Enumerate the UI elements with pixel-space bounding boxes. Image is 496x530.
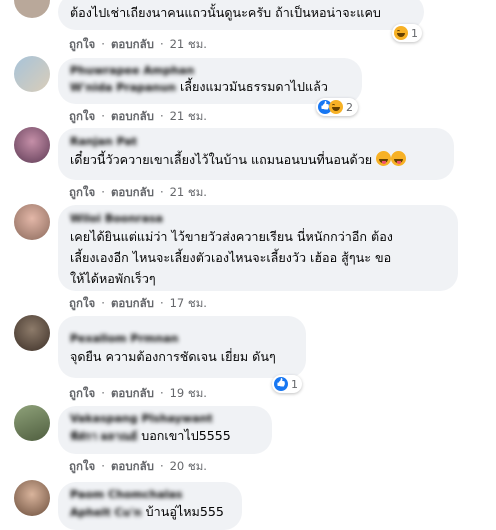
like-button[interactable]: ถูกใจ — [69, 296, 95, 310]
comment-text: ต้องไปเช่าเถียงนาคนแถวนั้นดูนะครับ ถ้าเป… — [70, 5, 381, 20]
comment-text: จุดยืน ความต้องการชัดเจน เยี่ยม ดันๆ — [70, 349, 276, 364]
timestamp[interactable]: 21 ชม. — [170, 185, 207, 199]
commenter-name[interactable]: Ranjan Pat — [70, 134, 442, 149]
avatar[interactable] — [14, 315, 50, 351]
reaction-summary[interactable]: 1 — [392, 24, 422, 42]
comment-text-line: เลี้ยงเองอีก ไหนจะเลี้ยงตัวเองไหนจะเลี้ย… — [70, 250, 392, 265]
comment-actions: ถูกใจ · ตอบกลับ · 21 ชม. — [69, 109, 207, 123]
reply-button[interactable]: ตอบกลับ — [111, 386, 154, 400]
comment-bubble: Vakaspang Plshaywant ฟัส่กา ผลาณย์ บอกเข… — [58, 406, 272, 454]
like-icon — [274, 377, 288, 391]
tagged-user[interactable]: Aphelt Cu'n — [70, 506, 142, 519]
comment-bubble: Pexallom Prmnan จุดยืน ความต้องการชัดเจน… — [58, 316, 306, 378]
commenter-name[interactable]: Wiloi Boonrasa — [70, 211, 446, 226]
timestamp[interactable]: 21 ชม. — [170, 37, 207, 51]
comment-text: บอกเขาไป5555 — [141, 428, 231, 443]
reaction-count: 1 — [291, 377, 298, 391]
haha-icon — [394, 26, 408, 40]
reaction-summary[interactable]: 1 — [272, 375, 302, 393]
comment-text: เดี๋ยวนี้วัวควายเขาเลี้ยงไว้ในบ้าน แถมนอ… — [70, 152, 373, 167]
commenter-name[interactable]: Paom Chomchalas — [70, 487, 230, 502]
comment-bubble: Wiloi Boonrasa เคยได้ยินแต่แม่ว่า ไว้ขาย… — [58, 205, 458, 291]
comment-actions: ถูกใจ · ตอบกลับ · 19 ชม. — [69, 386, 207, 400]
comment-text: บ้านอู่ไหม555 — [145, 504, 224, 519]
timestamp[interactable]: 20 ชม. — [170, 459, 207, 473]
comment-text-line: เคยได้ยินแต่แม่ว่า ไว้ขายวัวส่งควายเรียน… — [70, 229, 393, 244]
reply-button[interactable]: ตอบกลับ — [111, 109, 154, 123]
comment-bubble: Ranjan Pat เดี๋ยวนี้วัวควายเขาเลี้ยงไว้ใ… — [58, 128, 454, 180]
comment-actions: ถูกใจ · ตอบกลับ · 21 ชม. — [69, 185, 207, 199]
like-button[interactable]: ถูกใจ — [69, 37, 95, 51]
reaction-summary[interactable]: 2 — [316, 98, 358, 116]
avatar[interactable] — [14, 0, 50, 18]
tongue-emoji-icon — [376, 151, 392, 166]
comment-bubble: Phuwrapee Amphan W'nida Prapanun เลี้ยงแ… — [58, 58, 362, 104]
tagged-user[interactable]: W'nida Prapanun — [70, 81, 176, 94]
comment-text-line: ให้ได้หอพักเร็วๆ — [70, 271, 156, 286]
reply-button[interactable]: ตอบกลับ — [111, 296, 154, 310]
timestamp[interactable]: 17 ชม. — [170, 296, 207, 310]
commenter-name[interactable]: Pexallom Prmnan — [70, 331, 294, 346]
comment-text: เลี้ยงแมวมันธรรมดาไปแล้ว — [179, 79, 328, 94]
reply-button[interactable]: ตอบกลับ — [111, 37, 154, 51]
comment-actions: ถูกใจ · ตอบกลับ · 20 ชม. — [69, 459, 207, 473]
commenter-subtitle — [70, 321, 294, 331]
avatar[interactable] — [14, 405, 50, 441]
comment-actions: ถูกใจ · ตอบกลับ · 21 ชม. — [69, 37, 207, 51]
commenter-name[interactable]: Phuwrapee Amphan — [70, 63, 350, 78]
reply-button[interactable]: ตอบกลับ — [111, 185, 154, 199]
tagged-user[interactable]: ฟัส่กา ผลาณย์ — [70, 430, 137, 443]
reply-button[interactable]: ตอบกลับ — [111, 459, 154, 473]
avatar[interactable] — [14, 204, 50, 240]
reaction-count: 2 — [346, 100, 353, 114]
avatar[interactable] — [14, 56, 50, 92]
timestamp[interactable]: 19 ชม. — [170, 386, 207, 400]
like-button[interactable]: ถูกใจ — [69, 386, 95, 400]
like-button[interactable]: ถูกใจ — [69, 185, 95, 199]
haha-icon — [329, 100, 343, 114]
like-button[interactable]: ถูกใจ — [69, 109, 95, 123]
reaction-count: 1 — [411, 26, 418, 40]
comment-actions: ถูกใจ · ตอบกลับ · 17 ชม. — [69, 296, 207, 310]
comment-bubble: Paom Chomchalas Aphelt Cu'n บ้านอู่ไหม55… — [58, 482, 242, 530]
timestamp[interactable]: 21 ชม. — [170, 109, 207, 123]
like-button[interactable]: ถูกใจ — [69, 459, 95, 473]
commenter-name[interactable]: Vakaspang Plshaywant — [70, 411, 260, 426]
avatar[interactable] — [14, 127, 50, 163]
avatar[interactable] — [14, 480, 50, 516]
comment-bubble: ต้องไปเช่าเถียงนาคนแถวนั้นดูนะครับ ถ้าเป… — [58, 0, 424, 30]
tongue-emoji-icon — [391, 151, 407, 166]
